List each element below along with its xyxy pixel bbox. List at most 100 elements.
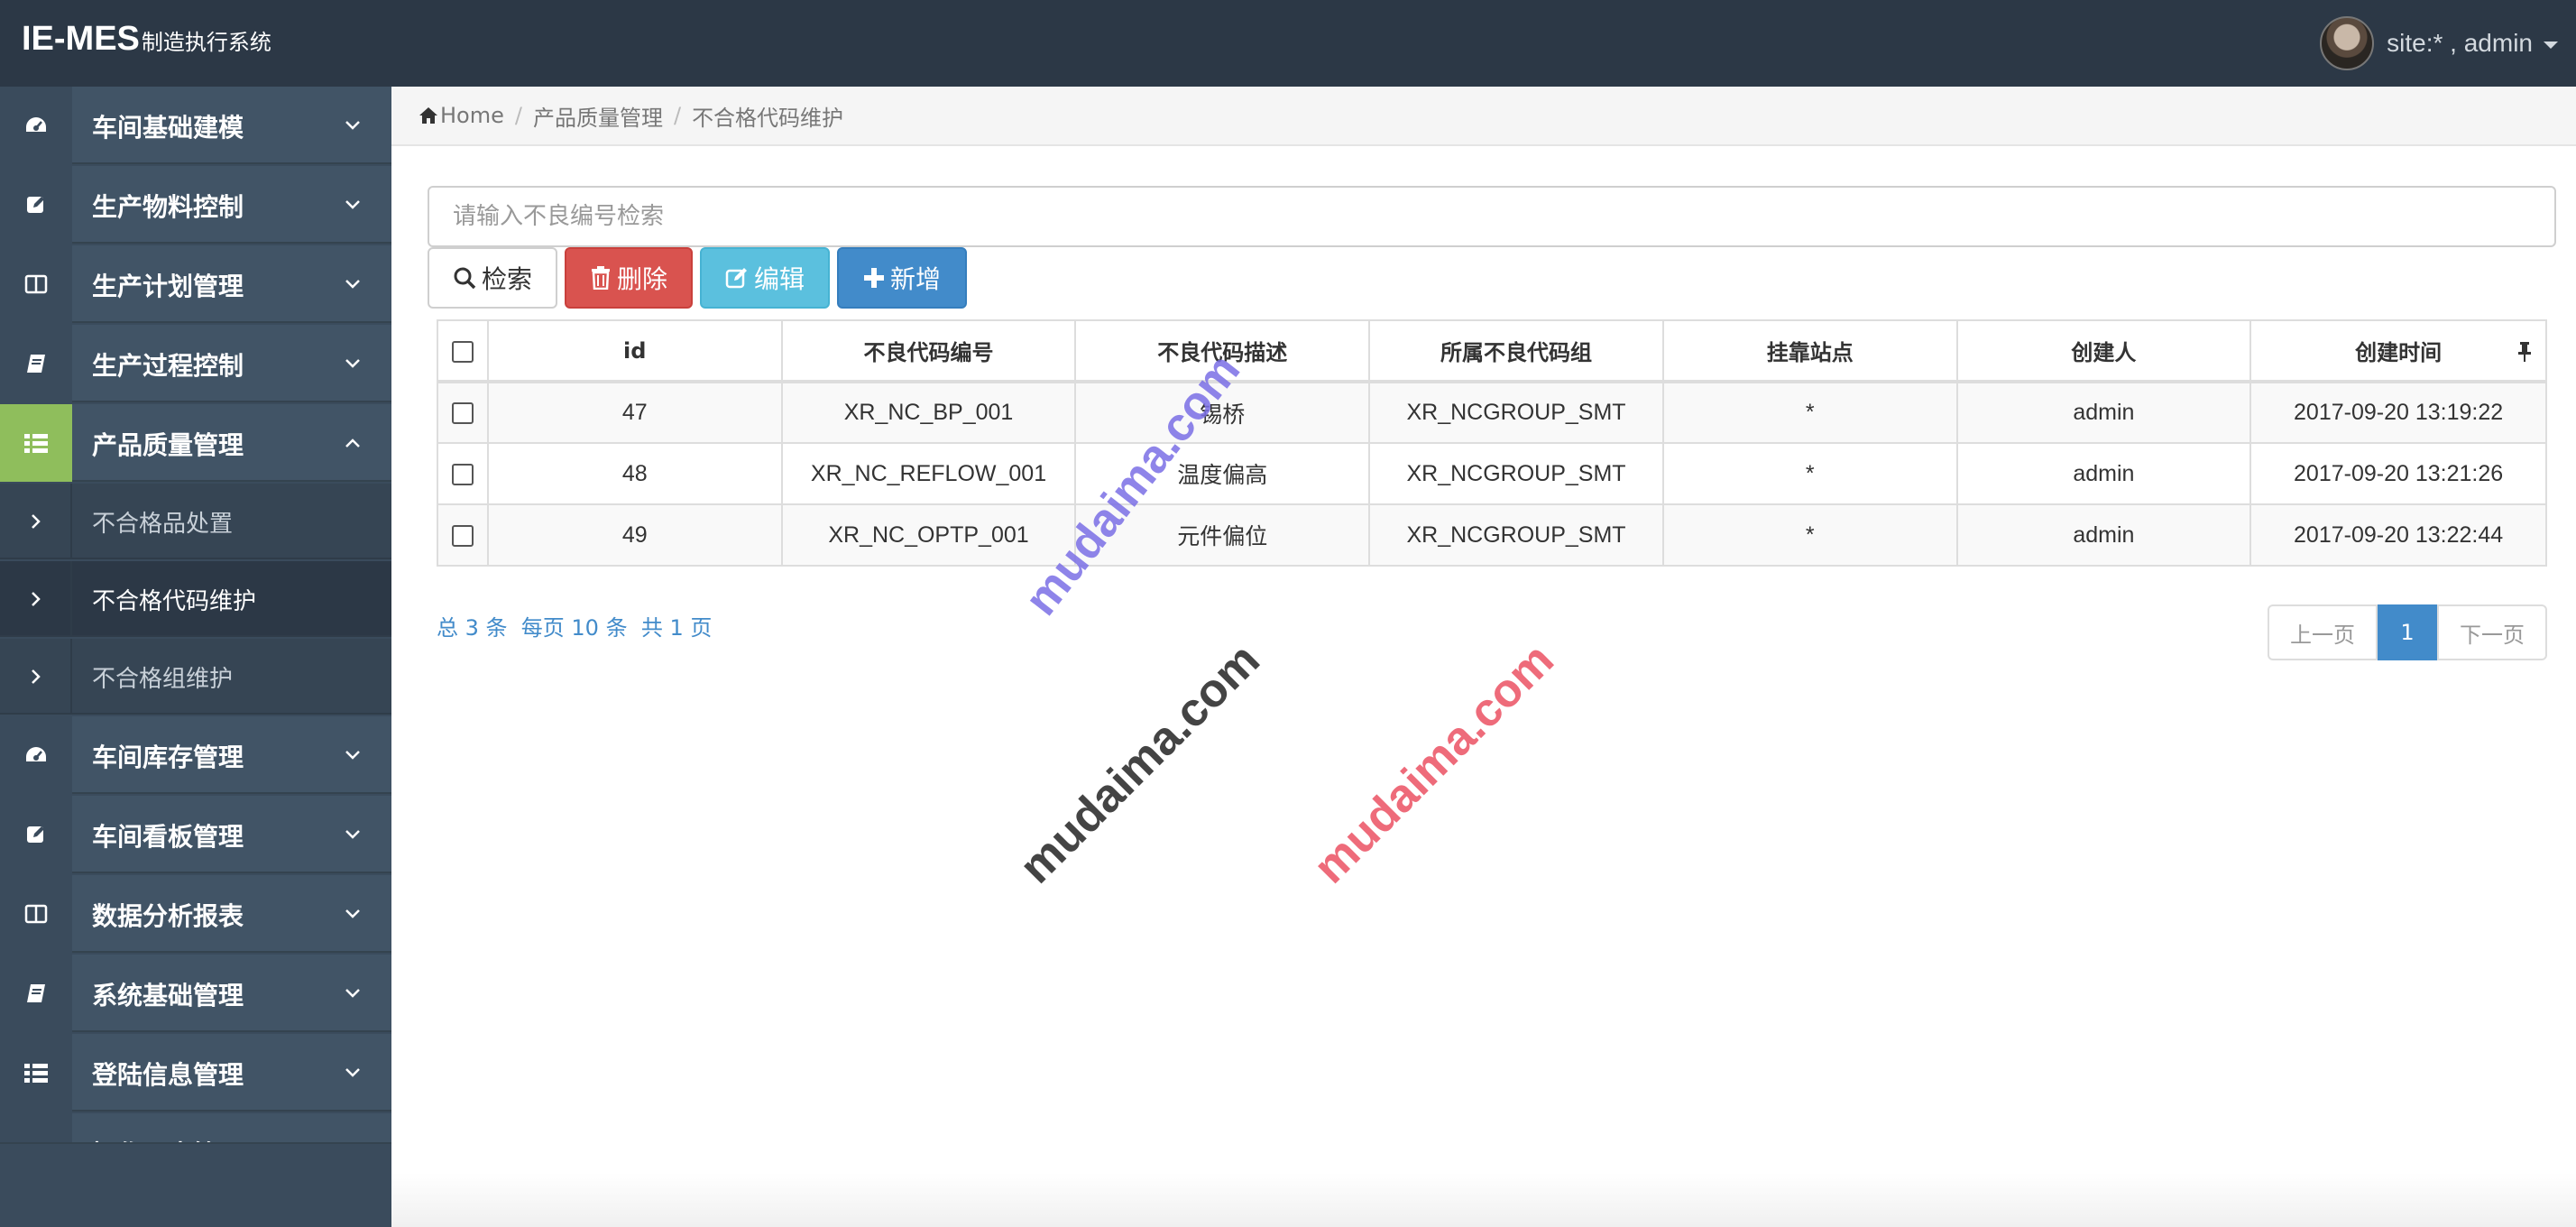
sidebar-item-label: 生产物料控制: [92, 192, 244, 222]
select-all-checkbox[interactable]: [451, 340, 474, 363]
sidebar-subitem-nc-disposal[interactable]: 不合格品处置: [0, 484, 391, 559]
cell-group: XR_NCGROUP_SMT: [1368, 442, 1664, 505]
user-menu[interactable]: site:* , admin: [2320, 14, 2558, 72]
search-button[interactable]: 检索: [428, 247, 557, 309]
breadcrumb-separator: /: [673, 103, 682, 128]
sidebar-item-quality-management[interactable]: 产品质量管理: [0, 404, 391, 482]
sidebar-item-kanban[interactable]: 车间看板管理: [0, 796, 391, 873]
sidebar-item-label: 登陆信息管理: [92, 1060, 244, 1090]
pin-icon: [2518, 342, 2531, 362]
chevron-down-icon: [345, 272, 361, 295]
sidebar-item-workshop-modeling[interactable]: 车间基础建模: [0, 87, 391, 164]
column-header[interactable]: 挂靠站点: [1661, 319, 1958, 383]
prev-page-button[interactable]: 上一页: [2268, 604, 2378, 660]
chevron-down-icon: [345, 982, 361, 1004]
chevron-right-icon: [0, 639, 72, 715]
sidebar-item-process-control[interactable]: 生产过程控制: [0, 325, 391, 402]
sidebar-item-operation-log[interactable]: 操作日志管理: [0, 1113, 391, 1144]
next-page-button[interactable]: 下一页: [2437, 604, 2547, 660]
breadcrumb: Home / 产品质量管理 / 不合格代码维护: [391, 87, 2576, 146]
plus-icon: [863, 268, 884, 288]
chevron-down-icon: [345, 193, 361, 216]
row-checkbox[interactable]: [451, 463, 474, 485]
sidebar-item-plan-management[interactable]: 生产计划管理: [0, 245, 391, 323]
sidebar-item-label: 产品质量管理: [92, 430, 244, 460]
sidebar-item-label: 数据分析报表: [92, 901, 244, 931]
cell-created-time: 2017-09-20 13:19:22: [2249, 381, 2547, 444]
dashboard-icon: [0, 716, 72, 794]
sidebar-item-material-control[interactable]: 生产物料控制: [0, 166, 391, 244]
breadcrumb-home-label: Home: [440, 103, 504, 128]
row-checkbox-cell[interactable]: [437, 503, 489, 567]
column-header[interactable]: id: [486, 319, 783, 383]
breadcrumb-current: 不合格代码维护: [692, 105, 844, 131]
search-icon: [454, 267, 476, 290]
sidebar-item-login-info[interactable]: 登陆信息管理: [0, 1034, 391, 1112]
dashboard-icon: [0, 1113, 72, 1142]
breadcrumb-level1[interactable]: 产品质量管理: [533, 100, 663, 132]
sidebar-item-label: 系统基础管理: [92, 981, 244, 1010]
sidebar-item-reports[interactable]: 数据分析报表: [0, 875, 391, 953]
edit-button[interactable]: 编辑: [700, 247, 830, 309]
table-header-row: id 不良代码编号 不良代码描述 所属不良代码组 挂靠站点 创建人 创建时间: [437, 319, 2547, 383]
edit-button-label: 编辑: [753, 264, 805, 294]
cell-created-time: 2017-09-20 13:22:44: [2249, 503, 2547, 567]
delete-button[interactable]: 删除: [565, 247, 693, 309]
select-all-checkbox-cell[interactable]: [437, 319, 489, 383]
add-button[interactable]: 新增: [837, 247, 967, 309]
watermark: mudaima.com: [1009, 633, 1270, 894]
book-icon: [0, 325, 72, 402]
brand-subtitle: 制造执行系统: [141, 30, 271, 55]
add-button-label: 新增: [889, 264, 941, 294]
sidebar-subitem-nc-group[interactable]: 不合格组维护: [0, 639, 391, 715]
list-icon: [0, 404, 72, 482]
cell-creator: admin: [1955, 442, 2252, 505]
columns-icon: [0, 245, 72, 323]
top-navbar: IE-MES 制造执行系统 site:* , admin: [0, 0, 2576, 87]
home-icon: [419, 107, 437, 124]
sidebar-item-inventory[interactable]: 车间库存管理: [0, 716, 391, 794]
sidebar-item-system-basics[interactable]: 系统基础管理: [0, 955, 391, 1032]
user-label: site:* , admin: [2387, 29, 2533, 57]
sidebar-item-label: 车间基础建模: [92, 113, 244, 143]
column-header-created-time[interactable]: 创建时间: [2249, 319, 2547, 383]
chevron-down-icon: [345, 1140, 361, 1142]
table-row[interactable]: 49 XR_NC_OPTP_001 元件偏位 XR_NCGROUP_SMT * …: [437, 503, 2547, 567]
avatar: [2320, 16, 2375, 70]
column-header[interactable]: 创建人: [1955, 319, 2252, 383]
breadcrumb-separator: /: [514, 103, 522, 128]
brand-title: IE-MES: [22, 20, 140, 58]
sidebar-item-label: 生产计划管理: [92, 272, 244, 301]
row-checkbox[interactable]: [451, 402, 474, 425]
sidebar-subitem-nc-code[interactable]: 不合格代码维护: [0, 561, 391, 637]
table-row[interactable]: 48 XR_NC_REFLOW_001 温度偏高 XR_NCGROUP_SMT …: [437, 442, 2547, 505]
sidebar-subitem-label: 不合格代码维护: [92, 588, 257, 615]
search-button-label: 检索: [481, 264, 532, 294]
chevron-down-icon: [345, 823, 361, 845]
chevron-right-icon: [0, 561, 72, 637]
sidebar-item-label: 车间库存管理: [92, 743, 244, 772]
sidebar: 车间基础建模 生产物料控制 生产计划管理 生产过程控制 产品质量管理 不合格品处…: [0, 87, 391, 1227]
column-header[interactable]: 所属不良代码组: [1368, 319, 1664, 383]
cell-site: *: [1661, 442, 1958, 505]
breadcrumb-home[interactable]: Home: [419, 103, 504, 128]
delete-button-label: 删除: [616, 264, 667, 294]
watermark: mudaima.com: [1303, 633, 1564, 894]
column-header[interactable]: 不良代码编号: [780, 319, 1077, 383]
column-header-label: 创建时间: [2355, 340, 2443, 365]
chevron-down-icon: [345, 743, 361, 766]
row-checkbox[interactable]: [451, 524, 474, 547]
cell-group: XR_NCGROUP_SMT: [1368, 503, 1664, 567]
table-row[interactable]: 47 XR_NC_BP_001 锡桥 XR_NCGROUP_SMT * admi…: [437, 381, 2547, 444]
chevron-down-icon: [345, 114, 361, 136]
search-input[interactable]: [428, 186, 2556, 247]
chevron-right-icon: [0, 484, 72, 559]
chevron-down-icon: [345, 902, 361, 925]
row-checkbox-cell[interactable]: [437, 381, 489, 444]
cell-id: 48: [486, 442, 783, 505]
app-brand[interactable]: IE-MES 制造执行系统: [22, 20, 271, 59]
row-checkbox-cell[interactable]: [437, 442, 489, 505]
dashboard-icon: [0, 87, 72, 164]
page-1-button[interactable]: 1: [2378, 604, 2437, 660]
cell-code: XR_NC_OPTP_001: [780, 503, 1077, 567]
